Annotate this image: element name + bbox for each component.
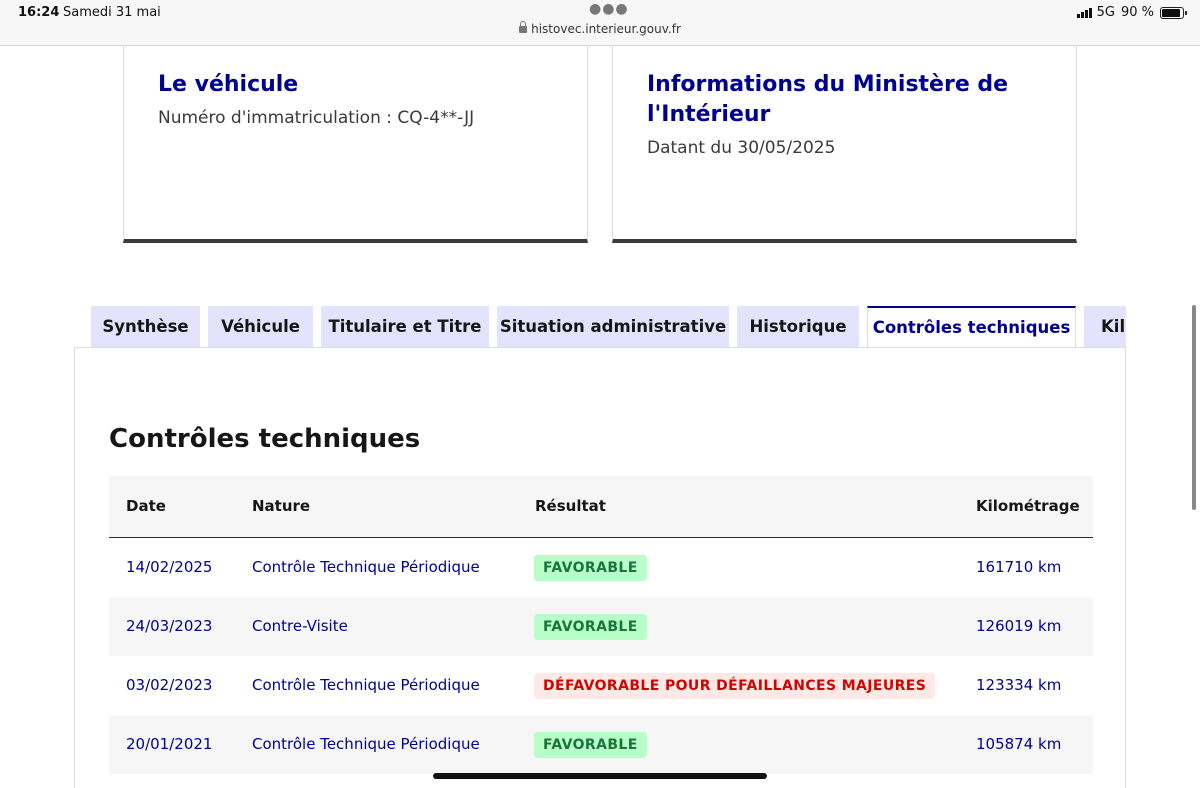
tab-synthese[interactable]: Synthèse xyxy=(91,306,200,348)
ministry-date: Datant du 30/05/2025 xyxy=(647,138,836,158)
table-row: 03/02/2023 Contrôle Technique Périodique… xyxy=(109,656,1093,715)
row-nature: Contre-Visite xyxy=(252,617,348,635)
row-km: 126019 km xyxy=(976,617,1062,635)
ministry-card: Informations du Ministère de l'Intérieur… xyxy=(612,46,1077,243)
ministry-title-line1: Informations du Ministère de xyxy=(647,72,1009,97)
row-km: 161710 km xyxy=(976,558,1062,576)
signal-icon xyxy=(1076,7,1093,18)
tab-bar: Synthèse Véhicule Titulaire et Titre Sit… xyxy=(91,306,1126,348)
address-bar[interactable]: histovec.interieur.gouv.fr xyxy=(0,21,1200,36)
url-text: histovec.interieur.gouv.fr xyxy=(531,22,681,36)
battery-label: 90 % xyxy=(1120,5,1154,20)
more-options-icon[interactable]: ●●● xyxy=(589,1,629,17)
table-header: Date Nature Résultat Kilométrage xyxy=(109,476,1093,538)
status-time: 16:24 xyxy=(18,5,60,20)
tab-controles-techniques[interactable]: Contrôles techniques xyxy=(867,306,1076,348)
table-row: 24/03/2023 Contre-Visite FAVORABLE 12601… xyxy=(109,597,1093,656)
row-nature: Contrôle Technique Périodique xyxy=(252,735,480,753)
controles-panel: Contrôles techniques Date Nature Résulta… xyxy=(74,347,1126,788)
column-header-nature: Nature xyxy=(252,497,311,515)
table-row: 14/02/2025 Contrôle Technique Périodique… xyxy=(109,538,1093,597)
row-date: 24/03/2023 xyxy=(126,617,213,635)
tab-historique[interactable]: Historique xyxy=(737,306,859,348)
row-nature: Contrôle Technique Périodique xyxy=(252,676,480,694)
section-title: Contrôles techniques xyxy=(109,424,421,454)
vehicle-card-title: Le véhicule xyxy=(158,72,299,97)
controles-table: Date Nature Résultat Kilométrage 14/02/2… xyxy=(109,476,1093,774)
column-header-date: Date xyxy=(126,497,166,515)
tab-situation-administrative[interactable]: Situation administrative xyxy=(497,306,729,348)
table-row: 20/01/2021 Contrôle Technique Périodique… xyxy=(109,715,1093,774)
status-date: Samedi 31 mai xyxy=(63,5,161,20)
result-badge: DÉFAVORABLE POUR DÉFAILLANCES MAJEURES xyxy=(534,673,936,699)
lock-icon xyxy=(519,21,528,33)
result-badge: FAVORABLE xyxy=(534,732,647,758)
home-indicator[interactable] xyxy=(433,773,767,779)
tab-titulaire[interactable]: Titulaire et Titre xyxy=(321,306,489,348)
tab-kilometrage[interactable]: Kil xyxy=(1084,306,1126,348)
network-label: 5G xyxy=(1096,5,1115,20)
row-km: 123334 km xyxy=(976,676,1062,694)
row-nature: Contrôle Technique Périodique xyxy=(252,558,480,576)
row-date: 03/02/2023 xyxy=(126,676,213,694)
result-badge: FAVORABLE xyxy=(534,614,647,640)
column-header-kilometrage: Kilométrage xyxy=(976,497,1080,515)
column-header-resultat: Résultat xyxy=(535,497,606,515)
row-date: 14/02/2025 xyxy=(126,558,213,576)
status-indicators: 5G 90 % xyxy=(1076,5,1187,20)
ministry-title-line2: l'Intérieur xyxy=(647,102,771,127)
tab-vehicule[interactable]: Véhicule xyxy=(208,306,313,348)
vehicle-card: Le véhicule Numéro d'immatriculation : C… xyxy=(123,46,588,243)
result-badge: FAVORABLE xyxy=(534,555,647,581)
scrollbar[interactable] xyxy=(1192,305,1196,510)
row-date: 20/01/2021 xyxy=(126,735,213,753)
battery-icon xyxy=(1160,6,1187,19)
row-km: 105874 km xyxy=(976,735,1062,753)
status-bar: 16:24 Samedi 31 mai ●●● histovec.interie… xyxy=(0,0,1200,46)
registration-number: Numéro d'immatriculation : CQ-4**-JJ xyxy=(158,108,475,128)
ministry-card-title: Informations du Ministère de l'Intérieur xyxy=(647,70,1008,130)
